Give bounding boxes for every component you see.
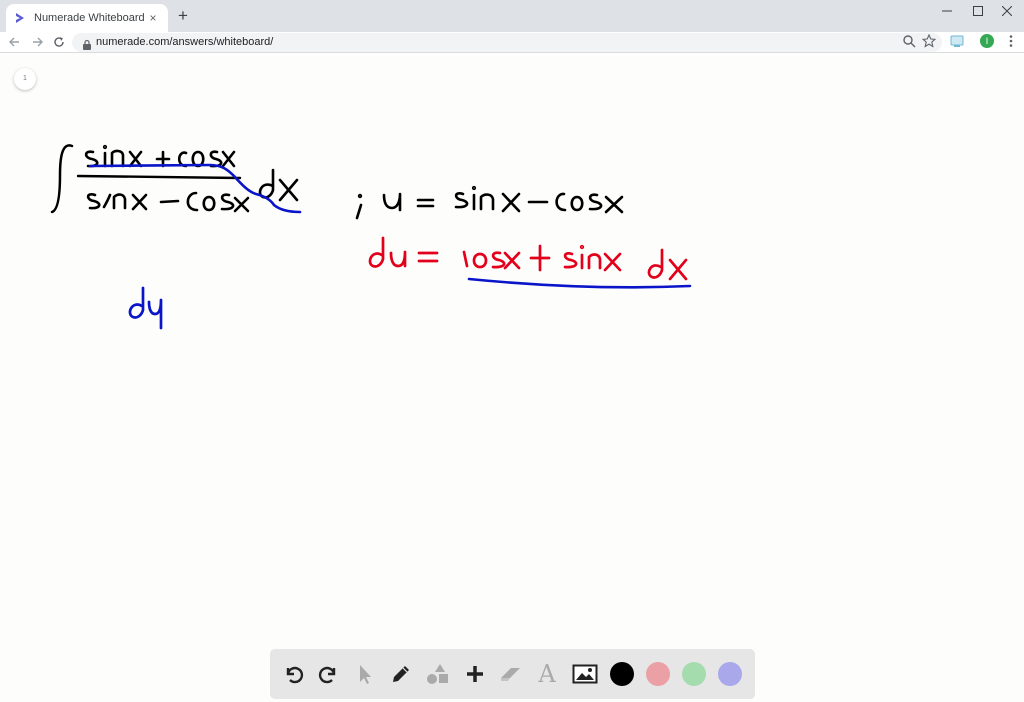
lock-icon [82, 37, 92, 50]
image-icon[interactable] [570, 656, 600, 692]
redo-icon[interactable] [314, 656, 344, 692]
zoom-icon[interactable] [902, 34, 916, 48]
browser-tab[interactable]: Numerade Whiteboard × [6, 4, 168, 32]
new-tab-button[interactable]: + [175, 7, 191, 24]
profile-avatar[interactable]: I [980, 34, 994, 48]
tab-title: Numerade Whiteboard [34, 12, 145, 24]
green-swatch [682, 662, 706, 686]
pointer-icon[interactable] [350, 656, 380, 692]
blue-color-swatch[interactable] [715, 656, 745, 692]
browser-toolbar: numerade.com/answers/whiteboard/ [0, 32, 1024, 53]
black-swatch [610, 662, 634, 686]
substitution-ink [355, 185, 624, 220]
integral-sign [50, 144, 74, 214]
minimize-icon[interactable] [930, 0, 964, 22]
menu-dots-icon[interactable] [1006, 34, 1016, 48]
tab-close-icon[interactable]: × [146, 11, 160, 25]
bookmark-star-icon[interactable] [921, 33, 937, 48]
whiteboard-canvas[interactable]: 1 A [0, 54, 1024, 702]
shapes-icon[interactable] [422, 656, 452, 692]
pencil-icon[interactable] [386, 656, 416, 692]
extension-icon[interactable] [950, 34, 964, 48]
red-color-swatch[interactable] [643, 656, 673, 692]
derivative-ink [368, 236, 688, 281]
blue-highlight-stroke [88, 163, 302, 214]
integrand-dx-ink [258, 168, 299, 202]
blue-du-ink [128, 286, 163, 330]
url-text: numerade.com/answers/whiteboard/ [96, 36, 274, 48]
fraction-bar [76, 174, 242, 180]
black-color-swatch[interactable] [607, 656, 637, 692]
blue-swatch [718, 662, 742, 686]
numerade-favicon-icon [14, 12, 26, 24]
plus-icon[interactable] [460, 656, 490, 692]
derivative-underline [467, 277, 692, 289]
eraser-icon[interactable] [496, 656, 526, 692]
close-window-icon[interactable] [990, 0, 1024, 22]
denominator-ink [86, 191, 250, 213]
text-icon[interactable]: A [532, 656, 562, 692]
red-swatch [646, 662, 670, 686]
address-bar[interactable]: numerade.com/answers/whiteboard/ [72, 33, 942, 52]
back-arrow-icon[interactable] [6, 34, 22, 50]
numerator-ink [84, 144, 236, 168]
tab-strip: Numerade Whiteboard × + [0, 0, 1024, 32]
forward-arrow-icon[interactable] [30, 34, 46, 50]
green-color-swatch[interactable] [679, 656, 709, 692]
undo-icon[interactable] [278, 656, 308, 692]
reload-icon[interactable] [51, 34, 67, 50]
whiteboard-toolbar: A [270, 649, 755, 699]
handwriting-ink [50, 144, 692, 330]
